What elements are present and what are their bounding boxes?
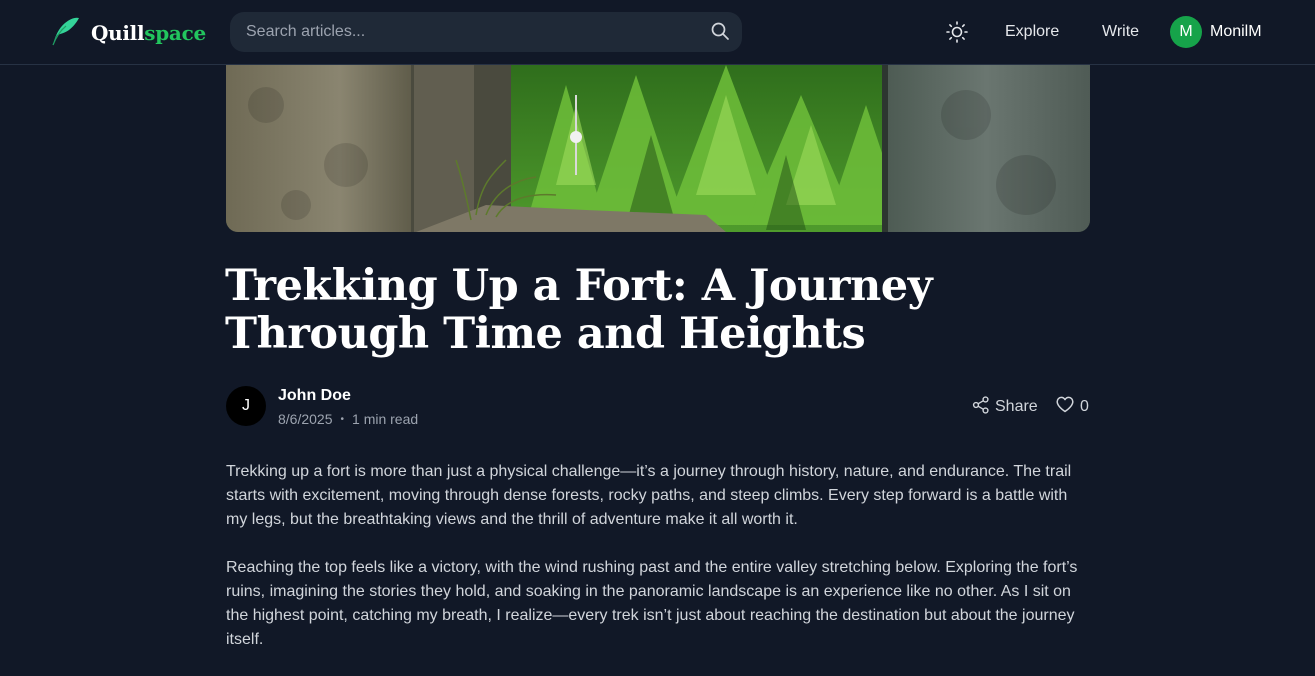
read-time: 1 min read [352, 411, 419, 427]
user-name: MonilM [1210, 23, 1262, 40]
meta-separator: • [340, 413, 345, 425]
sun-icon[interactable] [945, 20, 969, 44]
search-bar [230, 12, 742, 52]
article-paragraph: Reaching the top feels like a victory, w… [226, 559, 1078, 648]
hero-image [226, 65, 1090, 232]
article-meta: 8/6/2025 • 1 min read [278, 411, 418, 427]
feather-icon [49, 16, 81, 51]
nav-explore-link[interactable]: Explore [1005, 22, 1059, 42]
share-label: Share [995, 398, 1038, 415]
logo-text-quill: Quill [91, 21, 145, 45]
like-button[interactable]: 0 [1056, 396, 1089, 418]
logo[interactable]: Quillspace [49, 17, 206, 49]
article-body: Trekking up a fort is more than just a p… [226, 460, 1090, 676]
search-input[interactable] [230, 12, 742, 52]
article-paragraph: Trekking up a fort is more than just a p… [226, 463, 1072, 528]
article-title: Trekking Up a Fort: A Journey Through Ti… [225, 261, 933, 359]
like-count: 0 [1080, 398, 1089, 415]
user-menu[interactable]: M MonilM [1170, 16, 1262, 48]
logo-text: Quillspace [91, 21, 206, 45]
search-icon[interactable] [710, 21, 730, 41]
heart-icon [1056, 396, 1074, 418]
share-button[interactable]: Share [972, 395, 1038, 419]
publish-date: 8/6/2025 [278, 411, 333, 427]
author-avatar[interactable]: J [226, 386, 266, 426]
logo-text-space: space [144, 21, 206, 45]
avatar: M [1170, 16, 1202, 48]
navbar: Quillspace Explore Write [0, 0, 1315, 65]
author-name[interactable]: John Doe [278, 387, 351, 405]
share-icon [972, 395, 990, 419]
nav-write-link[interactable]: Write [1102, 22, 1139, 42]
